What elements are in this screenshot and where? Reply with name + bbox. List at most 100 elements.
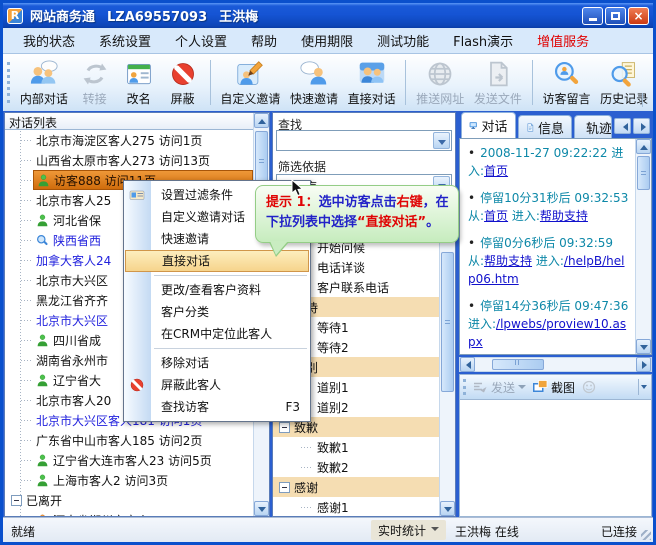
chevron-down-icon[interactable] [433, 132, 450, 149]
find-combobox[interactable] [276, 130, 452, 151]
toolbar-button[interactable]: 访客留言 [538, 56, 596, 109]
collapse-icon[interactable] [11, 495, 22, 506]
scroll-down-icon[interactable] [254, 501, 269, 516]
toolbar-button-label: 内部对话 [20, 90, 68, 107]
context-menu-item[interactable]: 在CRM中定位此客人 [124, 323, 310, 345]
collapse-icon[interactable] [279, 482, 290, 493]
toolbar-button: 推送网址 [411, 56, 469, 109]
scroll-thumb[interactable] [441, 252, 454, 392]
tree-line [21, 480, 33, 481]
scroll-thumb[interactable] [492, 359, 544, 370]
trail-link[interactable]: 帮助支持 [484, 254, 532, 268]
tree-line [21, 260, 33, 261]
trail-link[interactable]: 首页 [484, 164, 508, 178]
toolbar-button[interactable]: 内部对话 [15, 56, 73, 109]
tab-轨迹[interactable]: 轨迹 [574, 115, 612, 138]
scroll-thumb[interactable] [637, 156, 650, 190]
send-dropdown-icon[interactable] [518, 385, 526, 393]
context-menu-item-label: 客户分类 [161, 305, 209, 319]
context-menu-item[interactable]: 查找访客F3 [124, 396, 310, 418]
emoticon-button[interactable] [581, 379, 597, 395]
tree-line [21, 400, 33, 401]
person-green-icon [36, 454, 49, 467]
scroll-up-icon[interactable] [636, 139, 651, 154]
dialog-list-row[interactable]: 上海市客人2 访问3页 [5, 470, 253, 490]
window-title: 网站商务通LZA69557093王洪梅 [30, 6, 270, 25]
trail-text: 进入: [508, 209, 540, 223]
tab-对话[interactable]: 对话 [461, 112, 516, 138]
resize-grip[interactable] [641, 530, 651, 540]
toolbar-overflow-icon[interactable] [642, 93, 651, 107]
toolbar-button[interactable]: 直接对话 [343, 56, 401, 109]
context-menu-item[interactable]: 屏蔽此客人 [124, 374, 310, 396]
status-connection: 已连接 [601, 523, 637, 540]
dialog-list-row[interactable]: 北京市海淀区客人275 访问1页 [5, 130, 253, 150]
menu-item[interactable]: 测试功能 [365, 31, 441, 50]
trail-hscrollbar[interactable] [459, 357, 652, 372]
dialog-group-row[interactable]: 已离开 [5, 490, 253, 510]
scroll-up-icon[interactable] [254, 113, 269, 128]
tab-信息[interactable]: 信息 [518, 115, 573, 138]
dialog-list-row[interactable]: 山西省太原市客人273 访问13页 [5, 150, 253, 170]
toolbar-button-label: 自定义邀请 [220, 90, 280, 107]
minimize-button[interactable] [582, 7, 603, 25]
menu-item[interactable]: 增值服务 [525, 31, 601, 50]
tab-label: 对话 [481, 116, 507, 135]
menu-bar: 我的状态系统设置个人设置帮助使用期限测试功能Flash演示增值服务 [3, 28, 653, 54]
toolbar-button[interactable]: 屏蔽 [161, 56, 205, 109]
context-menu-item[interactable]: 客户分类 [124, 301, 310, 323]
phrase-item-row[interactable]: 致歉2 [273, 457, 439, 477]
visitor-label: 山西省太原市客人273 访问13页 [36, 152, 210, 169]
menu-item[interactable]: 系统设置 [87, 31, 163, 50]
phrase-list-scrollbar[interactable] [439, 197, 455, 516]
close-button[interactable]: × [628, 7, 649, 25]
toolbar-button[interactable]: 改名 [117, 56, 161, 109]
menu-item[interactable]: 帮助 [239, 31, 289, 50]
scroll-right-icon[interactable] [636, 357, 651, 372]
visitor-label: 上海市客人2 访问3页 [53, 472, 168, 489]
tab-next-icon[interactable] [633, 118, 650, 134]
phrase-item-label: 电话详谈 [317, 259, 365, 276]
trail-link[interactable]: 首页 [484, 209, 508, 223]
person-green-icon [36, 214, 49, 227]
filter-card-icon [129, 187, 145, 203]
context-menu-item[interactable]: 更改/查看客户资料 [124, 279, 310, 301]
realtime-stats-button[interactable]: 实时统计 [371, 520, 446, 540]
menu-item[interactable]: 我的状态 [11, 31, 87, 50]
dialog-list-row[interactable]: 辽宁省大连市客人23 访问5页 [5, 450, 253, 470]
rename-icon [125, 60, 153, 88]
dialog-list-row[interactable]: 广东省中山市客人185 访问2页 [5, 430, 253, 450]
toolbar-button: 发送文件 [469, 56, 527, 109]
trail-link[interactable]: 帮助支持 [540, 209, 588, 223]
tree-line [301, 507, 313, 508]
scroll-down-icon[interactable] [440, 501, 455, 516]
phrase-item-row[interactable]: 致歉1 [273, 437, 439, 457]
scroll-down-icon[interactable] [636, 339, 651, 354]
visitor-label: 湖南省永州市 [36, 352, 108, 369]
menu-item[interactable]: Flash演示 [441, 31, 525, 50]
maximize-icon [611, 12, 620, 20]
screenshot-button[interactable]: 截图 [532, 379, 575, 396]
app-logo-icon: R [7, 8, 23, 24]
menu-item[interactable]: 个人设置 [163, 31, 239, 50]
collapse-icon[interactable] [279, 422, 290, 433]
message-input[interactable] [459, 399, 652, 517]
phrase-category-row[interactable]: 感谢 [273, 477, 439, 497]
phrase-item-label: 等待1 [317, 319, 349, 336]
maximize-button[interactable] [605, 7, 626, 25]
compose-overflow-icon[interactable] [638, 379, 649, 395]
hint-text: 选中访客点击 [319, 195, 397, 210]
tab-prev-icon[interactable] [614, 118, 631, 134]
toolbar-button[interactable]: 快速邀请 [285, 56, 343, 109]
hint-balloon: 提示 1：选中访客点击右键，在下拉列表中选择“直接对话”。 [255, 185, 459, 243]
dialog-list-row[interactable]: 河南省郑州市客人290 [5, 510, 253, 516]
scroll-left-icon[interactable] [460, 357, 475, 372]
toolbar-button[interactable]: 自定义邀请 [216, 56, 286, 109]
context-menu-item[interactable]: 移除对话 [124, 352, 310, 374]
trail-scrollbar[interactable] [635, 139, 651, 354]
menu-item[interactable]: 使用期限 [289, 31, 365, 50]
phrase-item-row[interactable]: 感谢1 [273, 497, 439, 516]
visitor-label: 广东省中山市客人185 访问2页 [36, 432, 202, 449]
toolbar: 内部对话转接改名屏蔽自定义邀请快速邀请直接对话推送网址发送文件访客留言历史记录 [3, 54, 653, 111]
send-button[interactable]: 发送 [472, 379, 526, 396]
